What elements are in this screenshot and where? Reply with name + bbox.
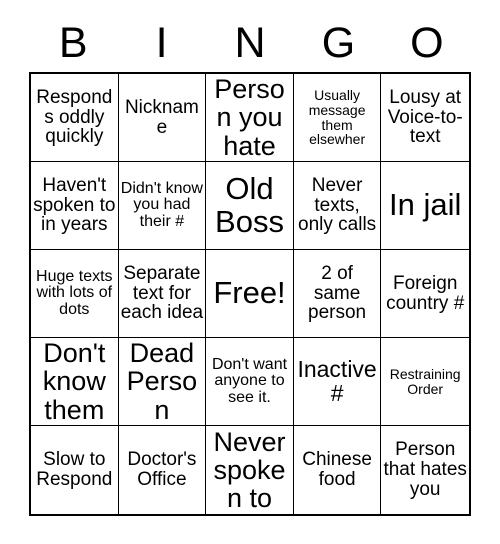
bingo-cell[interactable]: Lousy at Voice-to-text [381, 74, 469, 162]
bingo-cell[interactable]: Person that hates you [381, 426, 469, 514]
bingo-cell-label: Person you hate [214, 74, 285, 161]
bingo-cell[interactable]: Restraining Order [381, 338, 469, 426]
bingo-cell-label: Responds oddly quickly [36, 86, 113, 148]
bingo-cell[interactable]: Slow to Respond [31, 426, 119, 514]
bingo-cell-label: Foreign country # [386, 272, 465, 314]
bingo-cell[interactable]: Usually message them elsewher [293, 74, 382, 162]
bingo-cell[interactable]: Chinese food [293, 426, 382, 514]
bingo-cell[interactable]: Inactive # [293, 338, 382, 426]
bingo-cell[interactable]: Doctor's Office [118, 426, 207, 514]
bingo-cell-label: Free! [213, 275, 286, 311]
bingo-cell-label: Huge texts with lots of dots [36, 267, 113, 318]
bingo-cell-label: Nickname [124, 96, 199, 138]
header-letter-o: O [410, 19, 444, 67]
bingo-cell[interactable]: Old Boss [206, 162, 294, 250]
bingo-cell-label: Restraining Order [389, 365, 461, 397]
bingo-cell[interactable]: Huge texts with lots of dots [31, 250, 119, 338]
bingo-cell-label: Old Boss [215, 171, 284, 239]
bingo-cell[interactable]: Never texts, only calls [293, 162, 382, 250]
bingo-cell-label: Usually message them elsewher [308, 87, 366, 148]
bingo-cell[interactable]: Didn't know you had their # [118, 162, 207, 250]
bingo-header: B I N G O [29, 18, 471, 68]
bingo-cell[interactable]: Separate text for each idea [118, 250, 207, 338]
header-letter-b: B [58, 19, 88, 67]
bingo-cell-label: Dead Person [126, 338, 198, 425]
bingo-cell-label: Slow to Respond [36, 449, 113, 490]
bingo-cell-label: Person that hates you [383, 439, 467, 500]
bingo-cell-label: 2 of same person [308, 262, 367, 324]
bingo-grid: Responds oddly quickly Nickname Person y… [29, 72, 471, 516]
bingo-cell-label: In jail [389, 187, 462, 223]
bingo-cell-free[interactable]: Free! [206, 250, 294, 338]
bingo-cell-label: Don't want anyone to see it. [211, 355, 288, 406]
bingo-cell-label: Lousy at Voice-to-text [387, 86, 463, 148]
bingo-cell[interactable]: Never spoken to [206, 426, 294, 514]
bingo-cell-label: Don't know them [42, 338, 106, 425]
header-letter-g: G [321, 19, 356, 67]
bingo-cell[interactable]: 2 of same person [293, 250, 382, 338]
bingo-cell-label: Chinese food [302, 449, 372, 490]
bingo-cell[interactable]: Haven't spoken to in years [31, 162, 119, 250]
header-letter-n: N [234, 19, 266, 67]
bingo-cell-label: Never spoken to [213, 426, 286, 514]
bingo-card: B I N G O Responds oddly quickly Nicknam… [0, 0, 500, 544]
bingo-cell-label: Never texts, only calls [298, 174, 377, 236]
bingo-cell[interactable]: Person you hate [206, 74, 294, 162]
header-letter-i: I [155, 19, 168, 67]
bingo-cell[interactable]: Responds oddly quickly [31, 74, 119, 162]
bingo-cell[interactable]: Foreign country # [381, 250, 469, 338]
bingo-cell[interactable]: Don't know them [31, 338, 119, 426]
bingo-cell-label: Separate text for each idea [120, 262, 204, 324]
bingo-cell-label: Doctor's Office [127, 449, 197, 490]
bingo-cell-label: Haven't spoken to in years [33, 174, 116, 236]
bingo-cell-label: Didn't know you had their # [120, 179, 203, 230]
bingo-cell[interactable]: Nickname [118, 74, 207, 162]
bingo-cell[interactable]: In jail [381, 162, 469, 250]
bingo-cell[interactable]: Dead Person [118, 338, 207, 426]
bingo-cell[interactable]: Don't want anyone to see it. [206, 338, 294, 426]
bingo-cell-label: Inactive # [297, 355, 377, 406]
